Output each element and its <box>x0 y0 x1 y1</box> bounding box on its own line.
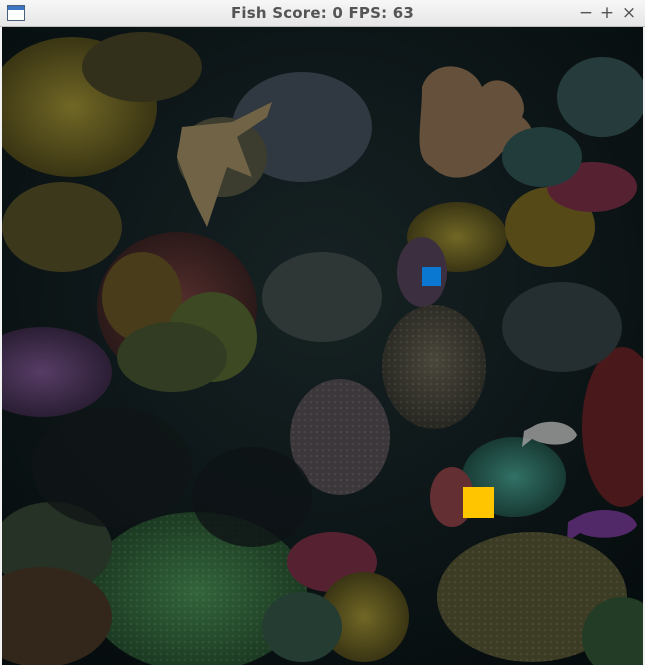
maximize-icon[interactable]: + <box>597 2 617 24</box>
fish-target-square <box>422 267 441 286</box>
game-canvas[interactable] <box>2 27 643 665</box>
close-icon[interactable]: × <box>619 2 639 24</box>
window-title: Fish Score: 0 FPS: 63 <box>230 4 414 22</box>
minimize-icon[interactable]: − <box>576 2 596 24</box>
player-square[interactable] <box>463 487 494 518</box>
game-window: Fish Score: 0 FPS: 63 − + × <box>0 0 645 665</box>
title-bar[interactable]: Fish Score: 0 FPS: 63 − + × <box>0 0 645 27</box>
coral-reef-background <box>2 27 643 665</box>
dim-overlay <box>2 27 643 665</box>
